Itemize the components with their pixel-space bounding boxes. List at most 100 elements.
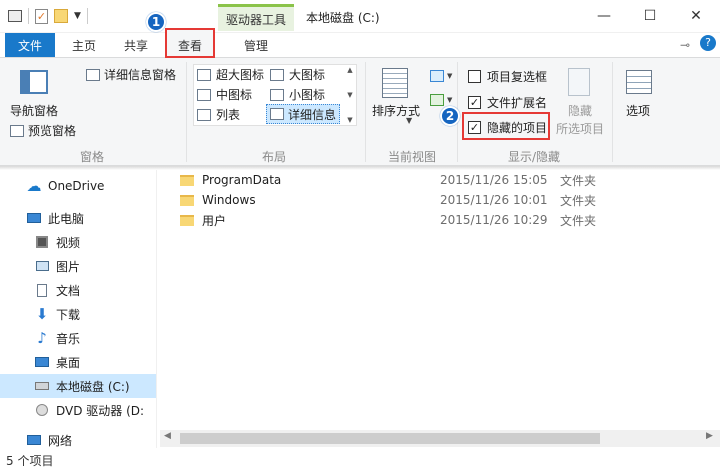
picture-icon <box>34 259 50 273</box>
sort-dropdown-icon[interactable]: ▼ <box>406 116 412 125</box>
scroll-left-icon[interactable]: ◀ <box>164 431 171 441</box>
file-name: ProgramData <box>202 173 282 187</box>
small-icons-icon <box>270 88 284 101</box>
nav-label: 音乐 <box>56 331 81 346</box>
tab-share[interactable]: 共享 <box>114 33 158 57</box>
divider <box>28 8 29 24</box>
large-icons-option[interactable]: 大图标 <box>270 66 325 83</box>
maximize-button[interactable]: ☐ <box>627 0 673 32</box>
extra-large-icons-label: 超大图标 <box>216 68 265 82</box>
new-folder-icon[interactable] <box>54 9 68 23</box>
close-button[interactable]: ✕ <box>673 0 719 32</box>
file-date: 2015/11/26 10:01 <box>440 193 548 207</box>
details-pane-button[interactable]: 详细信息窗格 <box>86 66 176 83</box>
desktop-icon <box>34 355 50 369</box>
details-label: 详细信息 <box>288 107 337 122</box>
add-columns-dropdown-icon[interactable]: ▼ <box>447 96 452 104</box>
pane-divider <box>156 170 157 448</box>
group-separator <box>612 62 613 162</box>
item-count: 5 个项目 <box>6 453 54 468</box>
nav-item-pictures[interactable]: 图片 <box>0 254 156 278</box>
small-icons-option[interactable]: 小图标 <box>270 86 325 103</box>
extra-large-icons-option[interactable]: 超大图标 <box>197 66 264 83</box>
tab-view[interactable]: 查看 <box>167 33 213 57</box>
file-row[interactable]: 用户 2015/11/26 10:29 文件夹 <box>180 210 610 230</box>
item-checkboxes-option[interactable]: 项目复选框 <box>468 68 547 85</box>
expand-icon[interactable]: ▼ <box>347 116 352 124</box>
navigation-pane-button[interactable]: 导航窗格 <box>10 102 58 119</box>
tab-home[interactable]: 主页 <box>62 33 106 57</box>
file-type: 文件夹 <box>560 193 597 208</box>
list-option[interactable]: 列表 <box>197 106 240 123</box>
hidden-items-option[interactable]: ✓ 隐藏的项目 <box>468 119 547 136</box>
file-extensions-label: 文件扩展名 <box>487 96 548 110</box>
details-icon <box>270 108 284 120</box>
nav-item-videos[interactable]: 视频 <box>0 230 156 254</box>
selected-items-label: 所选项目 <box>556 122 605 136</box>
nav-item-desktop[interactable]: 桌面 <box>0 350 156 374</box>
nav-item-dvd-drive[interactable]: DVD 驱动器 (D: <box>0 398 156 422</box>
sort-by-button[interactable]: 排序方式 <box>372 102 420 119</box>
help-icon[interactable]: ? <box>700 35 716 51</box>
nav-label: 下载 <box>56 307 81 322</box>
divider <box>86 8 88 24</box>
details-option[interactable]: 详细信息 <box>266 104 340 124</box>
preview-pane-button[interactable]: 预览窗格 <box>10 122 76 139</box>
music-icon: ♪ <box>37 329 47 347</box>
file-name: 用户 <box>202 213 227 228</box>
add-columns-icon[interactable] <box>430 94 444 106</box>
pin-ribbon-icon[interactable]: ⊸ <box>680 38 690 52</box>
file-row[interactable]: ProgramData 2015/11/26 15:05 文件夹 <box>180 170 610 190</box>
large-icons-label: 大图标 <box>289 68 326 82</box>
nav-item-onedrive[interactable]: ☁ OneDrive <box>0 174 156 198</box>
group-label-panes: 窗格 <box>80 150 105 164</box>
customize-qat-icon[interactable]: ▼ <box>74 11 81 21</box>
file-extensions-checkbox[interactable]: ✓ <box>468 96 481 109</box>
step-badge-2: 2 <box>440 106 460 126</box>
drive-icon <box>34 379 50 393</box>
hidden-items-checkbox[interactable]: ✓ <box>468 121 481 134</box>
scroll-up-icon[interactable]: ▲ <box>347 66 352 74</box>
tab-manage[interactable]: 管理 <box>230 33 282 57</box>
nav-item-local-disk[interactable]: 本地磁盘 (C:) <box>0 374 156 398</box>
nav-label: 文档 <box>56 283 81 298</box>
navigation-pane-icon <box>20 70 48 94</box>
file-row[interactable]: Windows 2015/11/26 10:01 文件夹 <box>180 190 610 210</box>
options-button[interactable]: 选项 <box>626 102 650 119</box>
scrollbar-thumb[interactable] <box>180 433 600 444</box>
layout-scroll[interactable]: ▲ ▼ ▼ <box>344 66 356 124</box>
options-icon <box>626 70 652 94</box>
file-date: 2015/11/26 10:29 <box>440 213 548 227</box>
file-extensions-option[interactable]: ✓ 文件扩展名 <box>468 94 547 111</box>
nav-item-documents[interactable]: 文档 <box>0 278 156 302</box>
large-icons-icon <box>270 68 284 81</box>
medium-icons-option[interactable]: 中图标 <box>197 86 252 103</box>
checkmark-doc-icon[interactable]: ✓ <box>35 8 48 24</box>
nav-label: 网络 <box>48 433 73 448</box>
preview-pane-icon <box>10 124 24 137</box>
group-separator <box>365 62 366 162</box>
properties-icon[interactable] <box>8 10 22 22</box>
details-pane-icon <box>86 68 100 81</box>
scroll-down-icon[interactable]: ▼ <box>347 91 352 99</box>
nav-item-this-pc[interactable]: 此电脑 <box>0 206 156 230</box>
nav-label: 桌面 <box>56 355 81 370</box>
group-by-dropdown-icon[interactable]: ▼ <box>447 72 452 80</box>
document-icon <box>34 283 50 297</box>
file-name: Windows <box>202 193 256 207</box>
nav-item-downloads[interactable]: ⬇ 下载 <box>0 302 156 326</box>
nav-label: 此电脑 <box>48 211 85 226</box>
minimize-button[interactable]: — <box>581 0 627 32</box>
file-date: 2015/11/26 15:05 <box>440 173 548 187</box>
group-by-icon[interactable] <box>430 70 444 82</box>
close-icon: ✕ <box>690 8 702 24</box>
window-title: 本地磁盘 (C:) <box>306 11 380 25</box>
nav-label: DVD 驱动器 (D: <box>56 403 145 418</box>
item-checkboxes-checkbox[interactable] <box>468 70 481 83</box>
step-badge-1: 1 <box>146 12 166 32</box>
tab-file[interactable]: 文件 <box>5 33 55 57</box>
minimize-icon: — <box>597 8 611 24</box>
scroll-right-icon[interactable]: ▶ <box>706 431 713 441</box>
hide-button[interactable]: 隐藏 <box>568 102 592 119</box>
nav-item-music[interactable]: ♪ 音乐 <box>0 326 156 350</box>
